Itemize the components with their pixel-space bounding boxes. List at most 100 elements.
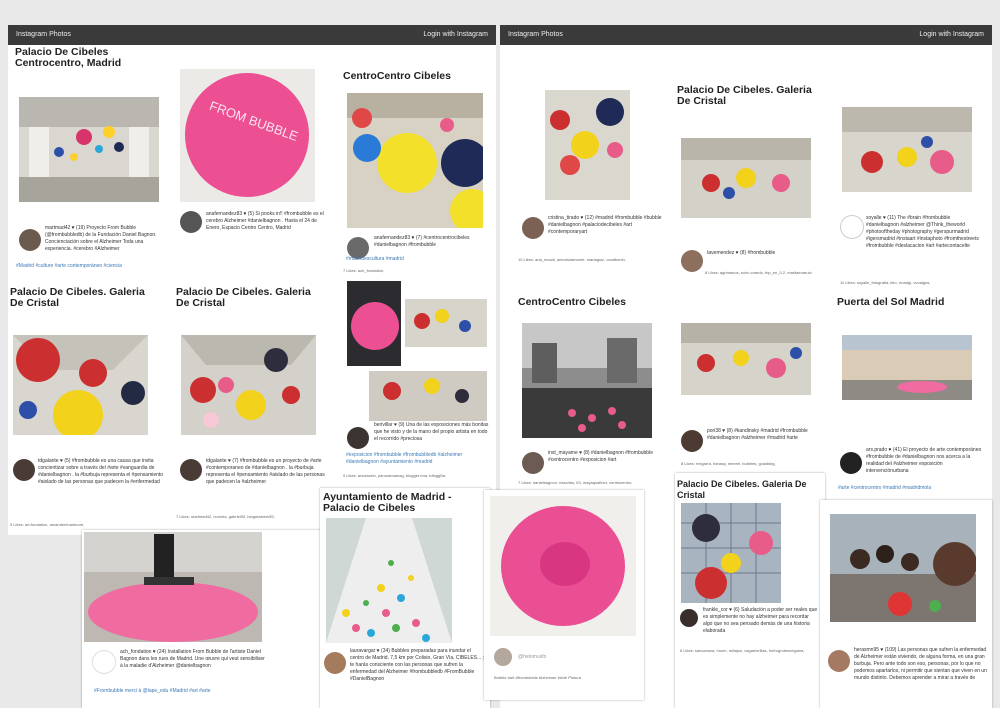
post-caption: anafernandez83 ♥ (5) Si pooks in!! #from… (206, 211, 324, 231)
post-likes: 10 Likes: ana_mcadi, antoniolamanre, mar… (518, 257, 626, 262)
left-login-link[interactable]: Login with Instagram (423, 31, 488, 38)
post-caption: ars.prado ♥ (41) El proyecto de arte con… (866, 447, 982, 474)
post-card: Palacio De Cibeles. Galeria De Cristal f… (675, 473, 825, 708)
post-caption: lauravargar ♥ (34) Bubbles preparadas pa… (350, 648, 484, 682)
post-photo-gallery[interactable] (842, 107, 972, 192)
post-caption: soyalle ♥ (11) The #brain #frombubble #d… (866, 215, 979, 249)
post-caption: @hetomusfo (518, 654, 547, 660)
location-title[interactable]: Ayuntamiento de Madrid - Palacio de Cibe… (323, 492, 483, 514)
avatar[interactable] (681, 250, 703, 272)
post-caption: martmad42 ♥ (19) Proyecto From Bubble (@… (45, 225, 157, 252)
post-photo-collage[interactable] (347, 281, 487, 421)
post-tags[interactable]: #Madrid #culture #arte contemporáneo #ci… (16, 263, 176, 270)
photo-image (681, 323, 811, 395)
right-brand[interactable]: Instagram Photos (508, 31, 563, 38)
post-caption: ach_fondation ♥ (24) Installation From B… (120, 649, 265, 669)
avatar[interactable] (180, 211, 202, 233)
post-photo-gallery[interactable] (681, 323, 811, 395)
post-caption: pori38 ♥ (8) #kandinsky #madrid #frombub… (707, 428, 808, 441)
location-title[interactable]: Palacio De Cibeles. Galeria De Cristal (677, 85, 827, 107)
post-photo-bw-street[interactable] (522, 323, 652, 438)
avatar[interactable] (840, 215, 864, 239)
post-photo-gallery[interactable] (181, 335, 316, 435)
post-caption: inst_mayame ♥ (8) #danielbagnon #frombub… (548, 450, 653, 463)
post-likes: 7 Likes: martmad42, rcoloria, gabriel93,… (176, 514, 275, 519)
post-tags[interactable]: #exposicion #frombubble #frombubbledb #a… (346, 452, 486, 466)
post-card: ach_fondation ♥ (24) Installation From B… (82, 530, 322, 708)
avatar[interactable] (522, 452, 544, 474)
photo-image (181, 335, 316, 435)
avatar[interactable] (180, 459, 202, 481)
post-likes: 7 Likes: danielbagnon, rlaschbs, 63, may… (518, 480, 633, 485)
post-card: @hetomusfo Bubble #art #frombubble Alzhe… (484, 490, 644, 700)
avatar[interactable] (13, 459, 35, 481)
post-likes: 9 Likes: arsclavich, panoramamag, blogge… (343, 473, 446, 478)
post-caption: tdgalante ♥ (7) #frombubble es un proyec… (206, 458, 325, 485)
post-likes: 11 Likes: soyalle_fotografia, kito, rmad… (840, 280, 931, 285)
location-title[interactable]: Palacio De Cibeles. Galeria De Cristal (176, 287, 326, 309)
location-title[interactable]: Puerta del Sol Madrid (837, 297, 987, 308)
location-title[interactable]: Palacio De Cibeles Centrocentro, Madrid (15, 47, 145, 69)
avatar[interactable] (92, 650, 116, 674)
post-photo-group-selfie[interactable] (830, 514, 976, 622)
post-likes: 6 Likes: sanvanuza, hoom, miilajos, vagu… (680, 648, 805, 653)
post-caption: berivillar ♥ (9) Una de las exposiciones… (374, 422, 489, 442)
post-tags[interactable]: #Frombubble merci à @lape_edu #Madrid #a… (94, 688, 269, 695)
post-meta: Bubble #art #frombubble Alzheimer #Arte … (494, 675, 581, 680)
photo-image (842, 107, 972, 192)
post-likes: 7 Likes: ach_fondation, (343, 268, 385, 273)
avatar[interactable] (347, 427, 369, 449)
avatar[interactable] (840, 452, 862, 474)
location-title[interactable]: CentroCentro Cibeles (343, 71, 488, 82)
left-window: Instagram Photos Login with Instagram Pa… (8, 25, 496, 535)
photo-image (347, 93, 483, 228)
left-top-bar: Instagram Photos Login with Instagram (8, 25, 496, 45)
photo-image (842, 335, 972, 400)
post-caption: tavemendez ♥ (8) #frombubble (707, 250, 776, 256)
location-title[interactable]: Palacio De Cibeles. Galeria De Cristal (10, 287, 160, 309)
avatar[interactable] (494, 648, 512, 666)
photo-image (522, 323, 652, 438)
photo-image (830, 514, 976, 622)
post-photo-gallery[interactable] (545, 90, 630, 200)
avatar[interactable] (324, 652, 346, 674)
avatar[interactable] (19, 229, 41, 251)
post-card: herasmn95 ♥ (109) Las personas que sufre… (820, 500, 992, 708)
post-caption: cristina_tirado ♥ (12) #madrid #frombubb… (548, 215, 662, 235)
post-likes: 8 Likes: rmigarra, rlanasy, mnerel, bubb… (681, 461, 776, 466)
post-photo-cibeles-hall[interactable] (19, 97, 159, 202)
avatar[interactable] (680, 609, 698, 627)
post-likes: 5 Likes: art-fondation, amandemhardcore, (10, 522, 85, 527)
post-photo-pink-watercolor[interactable] (490, 496, 636, 636)
post-card: Ayuntamiento de Madrid - Palacio de Cibe… (320, 488, 490, 708)
post-photo-centrocentro[interactable] (347, 93, 483, 228)
photo-image: FROM BUBBLE (180, 69, 315, 202)
right-top-bar: Instagram Photos Login with Instagram (500, 25, 992, 45)
post-likes: 8 Likes: agrimanos, soiro.cnardo, trip_e… (705, 270, 812, 275)
post-photo-street-bubble[interactable] (84, 532, 262, 642)
post-tags[interactable]: #arte #centrocentro #madrid #madridmola (838, 485, 988, 492)
photo-image (681, 503, 781, 603)
photo-image (19, 97, 159, 202)
post-photo-gallery[interactable] (681, 138, 811, 218)
post-photo-colored-dots[interactable] (326, 518, 452, 643)
photo-image (326, 518, 452, 643)
avatar[interactable] (522, 217, 544, 239)
photo-image (490, 496, 636, 636)
left-brand[interactable]: Instagram Photos (16, 31, 71, 38)
avatar[interactable] (828, 650, 850, 672)
post-photo-glass-roof[interactable] (681, 503, 781, 603)
photo-image (347, 281, 487, 421)
post-tags[interactable]: #madridescultura #madrid (346, 256, 486, 263)
post-caption: anafernandez83 ♥ (7) #centrocentrocibele… (374, 235, 470, 248)
location-title[interactable]: Palacio De Cibeles. Galeria De Cristal (677, 479, 817, 501)
post-photo-from-bubble[interactable]: FROM BUBBLE (180, 69, 315, 202)
post-caption: herasmn95 ♥ (109) Las personas que sufre… (854, 647, 987, 681)
avatar[interactable] (681, 430, 703, 452)
photo-image (545, 90, 630, 200)
right-login-link[interactable]: Login with Instagram (919, 31, 984, 38)
photo-image (84, 532, 262, 642)
post-photo-puerta-del-sol[interactable] (842, 335, 972, 400)
location-title[interactable]: CentroCentro Cibeles (518, 297, 668, 308)
post-photo-gallery[interactable] (13, 335, 148, 435)
